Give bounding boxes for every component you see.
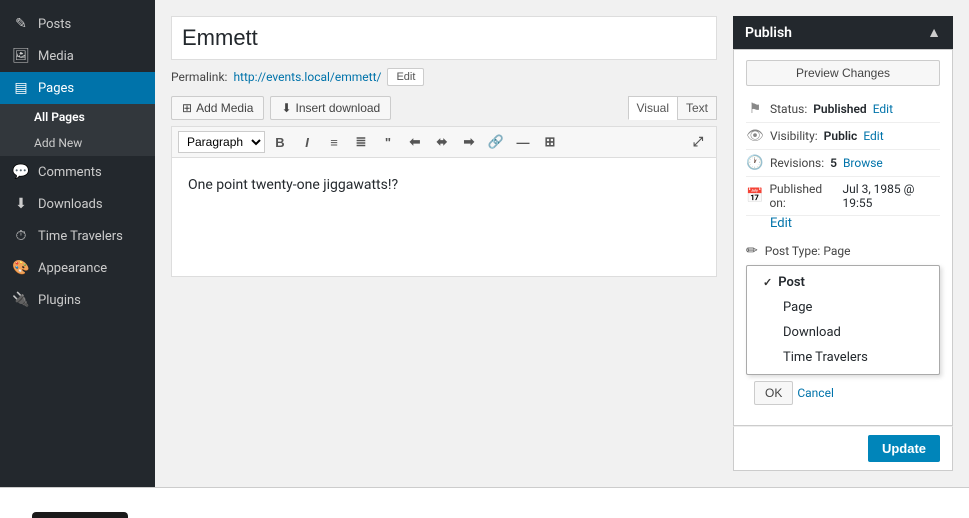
visibility-value: Public	[824, 129, 858, 143]
insert-download-button[interactable]: ⬇ Insert download	[270, 96, 391, 120]
dropdown-item-post[interactable]: ✓ Post	[747, 270, 939, 295]
format-toolbar: Paragraph B I ≡ ≣ " ⬅ ⬌ ➡ 🔗 — ⊞ ⤢	[171, 126, 717, 157]
ok-button[interactable]: OK	[754, 381, 793, 405]
visibility-edit-link[interactable]: Edit	[863, 129, 883, 143]
downloads-icon: ⬇	[12, 196, 30, 212]
align-right-button[interactable]: ➡	[457, 131, 481, 153]
pages-icon: ▤	[12, 80, 30, 96]
dropdown-item-time-travelers[interactable]: Time Travelers	[747, 345, 939, 370]
status-label: Status:	[770, 102, 807, 116]
published-label: Published on:	[769, 182, 836, 210]
ol-button[interactable]: ≣	[349, 131, 373, 153]
revisions-value: 5	[830, 156, 837, 170]
sidebar: ✎ Posts 🖼 Media ▤ Pages All Pages Add Ne…	[0, 0, 155, 487]
bold-button[interactable]: B	[268, 131, 292, 153]
editor-content: One point twenty-one jiggawatts!?	[188, 174, 700, 196]
visual-tab[interactable]: Visual	[628, 96, 677, 120]
dropdown-actions: OK Cancel	[746, 375, 940, 411]
dropdown-item-download[interactable]: Download	[747, 320, 939, 345]
sidebar-sub-all-pages[interactable]: All Pages	[0, 104, 155, 130]
sidebar-item-time-travelers[interactable]: ⏱ Time Travelers	[0, 220, 155, 252]
sidebar-item-downloads[interactable]: ⬇ Downloads	[0, 188, 155, 220]
link-button[interactable]: 🔗	[484, 131, 508, 153]
dropdown-item-page[interactable]: Page	[747, 295, 939, 320]
post-type-row: ✏ Post Type: Page ✓ Post	[746, 235, 940, 415]
status-edit-link[interactable]: Edit	[873, 102, 893, 116]
paragraph-select[interactable]: Paragraph	[178, 131, 265, 153]
published-value: Jul 3, 1985 @ 19:55	[842, 182, 940, 210]
publish-body: Preview Changes ⚑ Status: Published Edit…	[733, 49, 953, 426]
editor-area: Permalink: http://events.local/emmett/ E…	[171, 16, 717, 471]
permalink-url[interactable]: http://events.local/emmett/	[233, 70, 381, 84]
sidebar-item-pages[interactable]: ▤ Pages	[0, 72, 155, 104]
check-icon: ✓	[763, 276, 772, 289]
post-type-icon: ✏	[746, 243, 758, 259]
permalink-bar: Permalink: http://events.local/emmett/ E…	[171, 68, 717, 86]
horizontal-rule-button[interactable]: —	[511, 131, 535, 153]
pages-submenu: All Pages Add New	[0, 104, 155, 156]
sidebar-item-appearance[interactable]: 🎨 Appearance	[0, 252, 155, 284]
publish-header: Publish ▲	[733, 16, 953, 49]
publish-footer: Update	[733, 426, 953, 471]
editor-body[interactable]: One point twenty-one jiggawatts!?	[171, 157, 717, 277]
status-row: ⚑ Status: Published Edit	[746, 96, 940, 123]
status-icon: ⚑	[746, 101, 764, 117]
visual-text-tabs: Visual Text	[628, 96, 717, 120]
plugin-section: P T S Post Type Switcher By John James J…	[0, 487, 969, 518]
sidebar-sub-add-new[interactable]: Add New	[0, 130, 155, 156]
revisions-row: 🕐 Revisions: 5 Browse	[746, 150, 940, 177]
appearance-icon: 🎨	[12, 260, 30, 276]
post-title-input[interactable]	[171, 16, 717, 60]
revisions-icon: 🕐	[746, 155, 764, 171]
ul-button[interactable]: ≡	[322, 131, 346, 153]
plugins-icon: 🔌	[12, 292, 30, 308]
dropdown-menu: ✓ Post Page Download	[746, 265, 940, 375]
blockquote-button[interactable]: "	[376, 131, 400, 153]
align-left-button[interactable]: ⬅	[403, 131, 427, 153]
add-media-icon: ⊞	[182, 101, 192, 115]
revisions-label: Revisions:	[770, 156, 824, 170]
preview-changes-button[interactable]: Preview Changes	[746, 60, 940, 86]
sidebar-item-posts[interactable]: ✎ Posts	[0, 8, 155, 40]
collapse-icon[interactable]: ▲	[927, 24, 941, 41]
sidebar-item-comments[interactable]: 💬 Comments	[0, 156, 155, 188]
main-content: Permalink: http://events.local/emmett/ E…	[155, 0, 969, 487]
revisions-browse-link[interactable]: Browse	[843, 156, 883, 170]
editor-toolbar-top: ⊞ Add Media ⬇ Insert download Visual Tex…	[171, 96, 717, 120]
time-travelers-icon: ⏱	[12, 228, 30, 244]
plugin-logo: P T S	[32, 512, 128, 518]
media-icon: 🖼	[12, 48, 30, 64]
post-type-value: Page	[823, 244, 850, 258]
published-row: 📅 Published on: Jul 3, 1985 @ 19:55	[746, 177, 940, 216]
visibility-label: Visibility:	[770, 129, 818, 143]
italic-button[interactable]: I	[295, 131, 319, 153]
text-tab[interactable]: Text	[677, 96, 717, 120]
cancel-link[interactable]: Cancel	[797, 386, 834, 400]
permalink-edit-button[interactable]: Edit	[387, 68, 424, 86]
visibility-icon: 👁	[746, 128, 764, 144]
align-center-button[interactable]: ⬌	[430, 131, 454, 153]
sidebar-item-plugins[interactable]: 🔌 Plugins	[0, 284, 155, 316]
permalink-label: Permalink:	[171, 70, 227, 84]
publish-title: Publish	[745, 25, 792, 41]
post-type-label: ✏ Post Type: Page	[746, 243, 940, 259]
publish-box: Publish ▲ Preview Changes ⚑ Status: Publ…	[733, 16, 953, 471]
sidebar-item-media[interactable]: 🖼 Media	[0, 40, 155, 72]
status-value: Published	[813, 102, 866, 116]
expand-toolbar-button[interactable]: ⤢	[686, 131, 710, 153]
more-button[interactable]: ⊞	[538, 131, 562, 153]
add-media-button[interactable]: ⊞ Add Media	[171, 96, 264, 120]
published-icon: 📅	[746, 188, 763, 204]
post-type-dropdown: ✓ Post Page Download	[746, 265, 940, 411]
visibility-row: 👁 Visibility: Public Edit	[746, 123, 940, 150]
update-button[interactable]: Update	[868, 435, 940, 462]
published-edit-link[interactable]: Edit	[770, 216, 792, 231]
posts-icon: ✎	[12, 16, 30, 32]
insert-download-icon: ⬇	[281, 101, 291, 115]
comments-icon: 💬	[12, 164, 30, 180]
